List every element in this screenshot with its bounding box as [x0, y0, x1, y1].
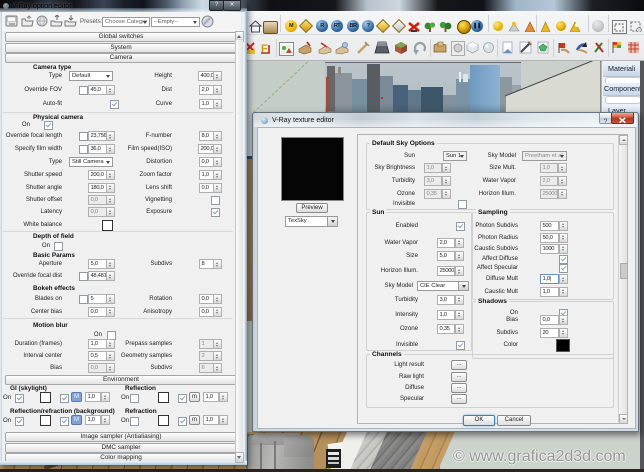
svg-text:?: ?: [604, 119, 608, 126]
